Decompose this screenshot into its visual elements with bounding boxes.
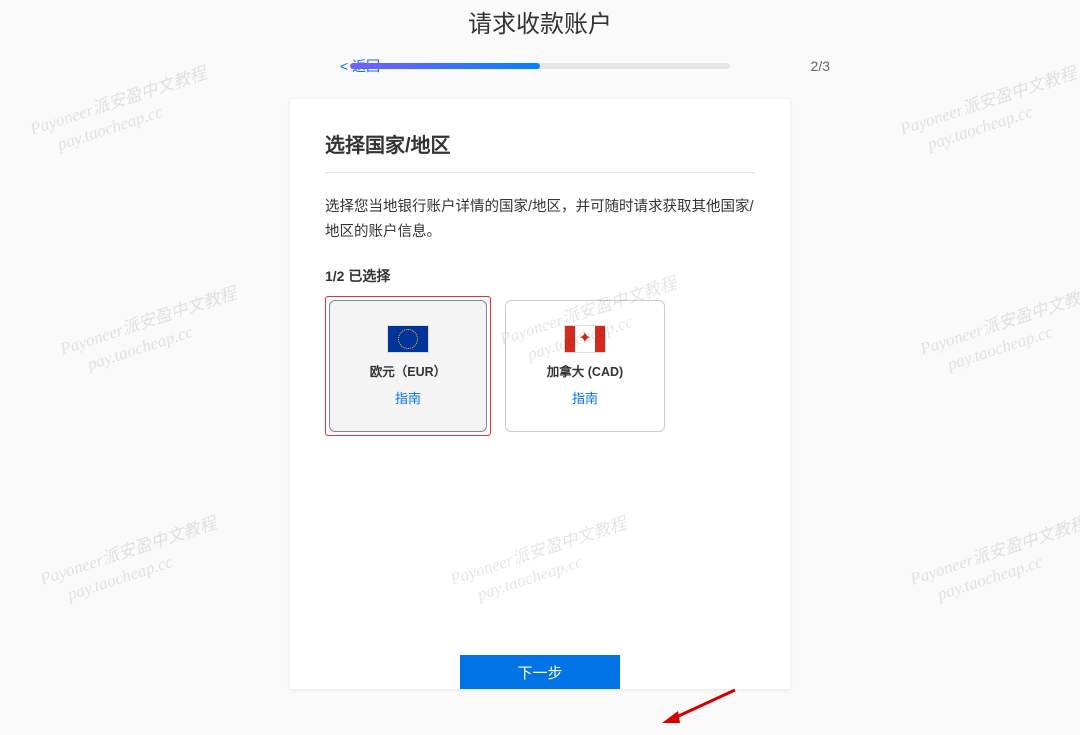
progress-bar xyxy=(350,63,730,69)
eu-flag-icon xyxy=(387,325,429,353)
guide-link-cad[interactable]: 指南 xyxy=(572,388,598,407)
selected-count: 1/2 已选择 xyxy=(325,266,755,286)
watermark: Payoneer派安盈中文教程 pay.taocheap.cc xyxy=(897,63,1080,164)
page-title: 请求收款账户 xyxy=(0,0,1080,39)
next-button[interactable]: 下一步 xyxy=(460,655,620,689)
currency-row: 欧元（EUR） 指南 ✦ 加拿大 (CAD) 指南 xyxy=(325,296,755,436)
watermark: Payoneer派安盈中文教程 pay.taocheap.cc xyxy=(37,513,226,614)
currency-card-cad[interactable]: ✦ 加拿大 (CAD) 指南 xyxy=(505,300,665,432)
currency-card-eur[interactable]: 欧元（EUR） 指南 xyxy=(329,300,487,432)
watermark: Payoneer派安盈中文教程 pay.taocheap.cc xyxy=(917,283,1080,384)
main-card: 选择国家/地区 选择您当地银行账户详情的国家/地区，并可随时请求获取其他国家/地… xyxy=(290,99,790,689)
guide-link-eur[interactable]: 指南 xyxy=(395,388,421,407)
watermark: Payoneer派安盈中文教程 pay.taocheap.cc xyxy=(907,513,1080,614)
currency-name-cad: 加拿大 (CAD) xyxy=(547,361,623,380)
card-heading: 选择国家/地区 xyxy=(325,129,755,173)
progress-row: < 返回 2/3 xyxy=(0,63,1080,69)
currency-name-eur: 欧元（EUR） xyxy=(370,361,446,380)
ca-flag-icon: ✦ xyxy=(564,325,606,353)
currency-card-eur-selection: 欧元（EUR） 指南 xyxy=(325,296,491,436)
watermark: Payoneer派安盈中文教程 pay.taocheap.cc xyxy=(27,63,216,164)
card-description: 选择您当地银行账户详情的国家/地区，并可随时请求获取其他国家/地区的账户信息。 xyxy=(325,195,755,244)
watermark: Payoneer派安盈中文教程 pay.taocheap.cc xyxy=(57,283,246,384)
arrow-annotation-icon xyxy=(660,685,740,725)
step-indicator: 2/3 xyxy=(811,58,830,74)
progress-fill xyxy=(350,63,540,69)
